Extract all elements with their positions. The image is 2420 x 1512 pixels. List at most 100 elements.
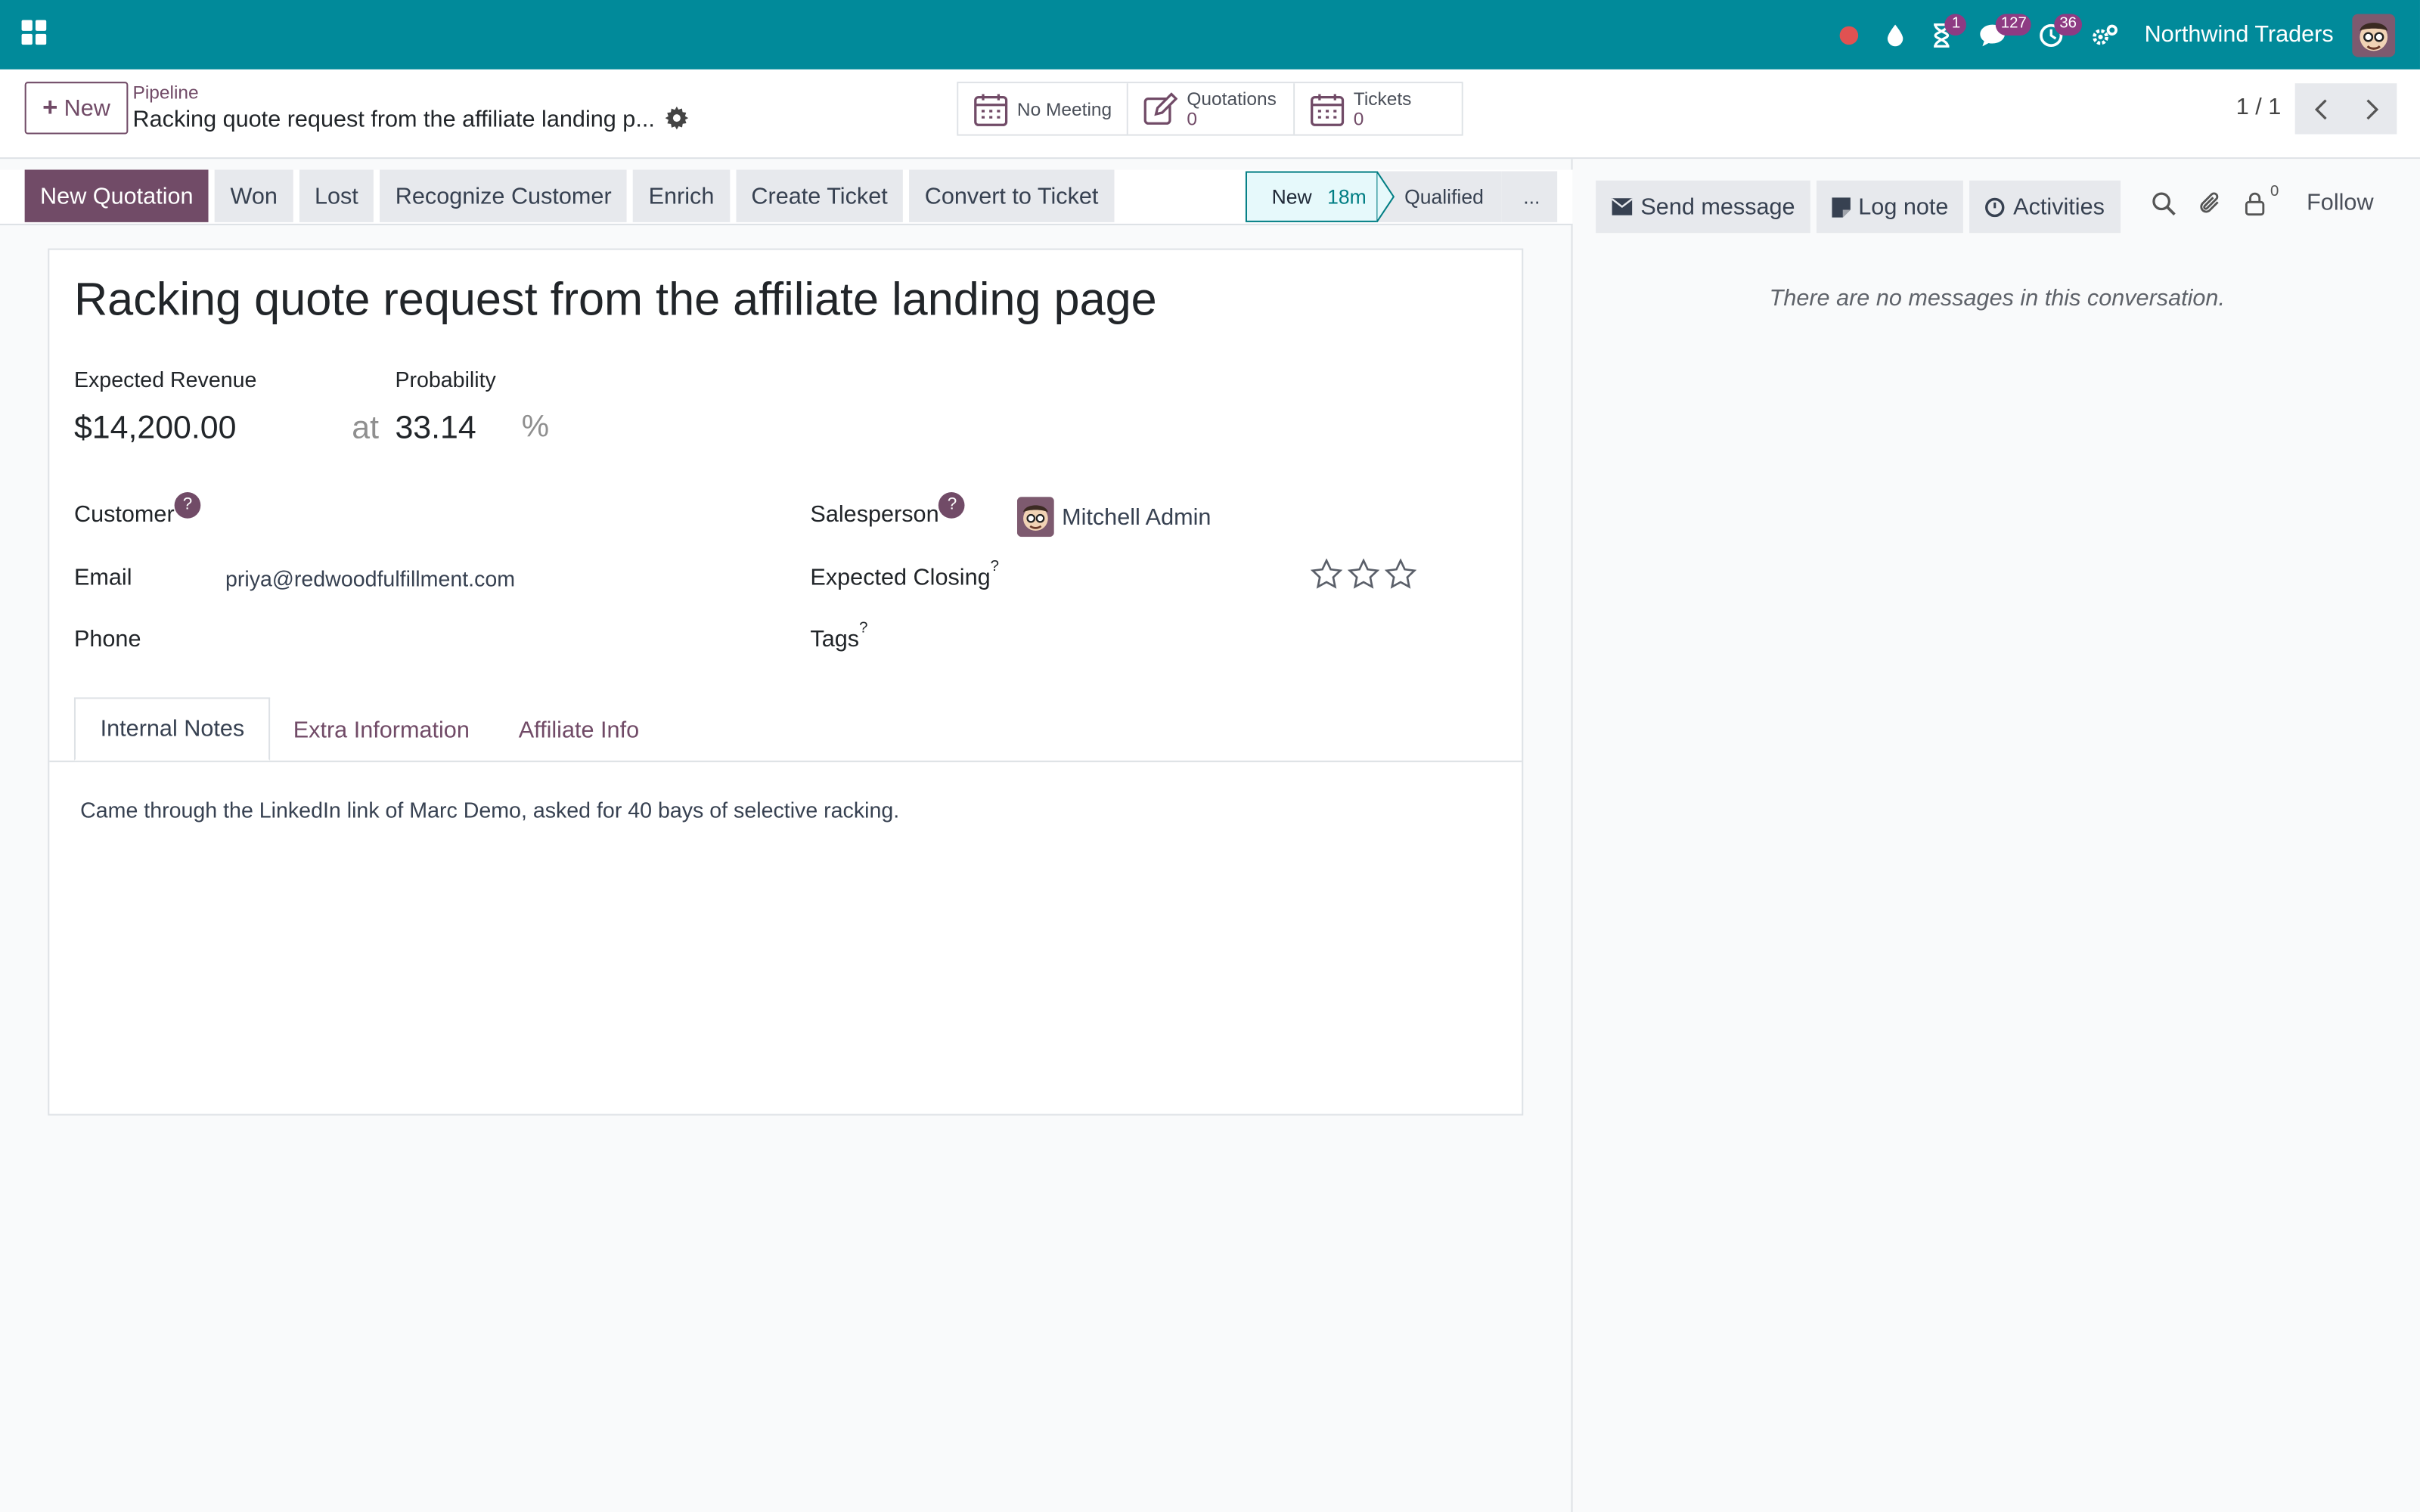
meeting-smart-button[interactable]: No Meeting <box>958 83 1128 135</box>
user-avatar[interactable] <box>2352 13 2396 57</box>
expected-revenue-label: Expected Revenue <box>73 367 257 392</box>
tickets-label: Tickets <box>1353 87 1412 109</box>
tickets-count: 0 <box>1353 107 1364 129</box>
salesperson-avatar <box>1016 497 1054 538</box>
chevron-left-icon <box>2313 98 2326 119</box>
follow-button[interactable]: Follow <box>2307 190 2373 216</box>
breadcrumb-current-record: Racking quote request from the affiliate… <box>132 106 655 133</box>
customer-label: Customer? <box>73 492 201 528</box>
recording-dot-icon[interactable] <box>1826 0 1872 70</box>
create-ticket-button[interactable]: Create Ticket <box>735 169 904 222</box>
tags-help-icon[interactable]: ? <box>859 620 867 637</box>
stage-qualified[interactable]: Qualified <box>1376 171 1503 222</box>
stage-duration: 18m <box>1327 184 1367 209</box>
convert-to-ticket-button[interactable]: Convert to Ticket <box>909 169 1114 222</box>
salesperson-help-icon[interactable]: ? <box>939 492 966 519</box>
stage-new[interactable]: New 18m <box>1245 171 1379 222</box>
expected-closing-field[interactable] <box>1017 559 1295 599</box>
paperclip-icon[interactable] <box>2198 190 2223 216</box>
salesperson-label-text: Salesperson <box>810 501 939 528</box>
log-note-label: Log note <box>1858 194 1949 220</box>
tags-field[interactable] <box>1017 620 1480 660</box>
calendar-ticket-icon <box>1311 93 1345 125</box>
pager-previous-button[interactable] <box>2294 83 2347 135</box>
tags-label: Tags? <box>810 620 867 653</box>
tab-internal-notes[interactable]: Internal Notes <box>73 697 271 761</box>
stage-separator-arrow <box>1376 171 1395 222</box>
tab-extra-information[interactable]: Extra Information <box>268 697 494 762</box>
clock-icon[interactable]: 36 <box>2021 0 2083 70</box>
followers-count: 0 <box>2270 182 2279 200</box>
customer-help-icon[interactable]: ? <box>174 492 201 519</box>
new-record-button[interactable]: + New <box>24 82 129 135</box>
clock-outline-icon <box>1985 197 2006 217</box>
priority-star-icon-3[interactable] <box>1384 558 1417 590</box>
pipeline-stages: New 18m Qualified ... <box>1245 171 1558 222</box>
apps-menu-icon[interactable] <box>21 20 50 48</box>
breadcrumb-pipeline[interactable]: Pipeline <box>133 82 199 104</box>
probability-label: Probability <box>395 367 496 392</box>
chatter-tools: 0 Follow <box>2152 183 2374 216</box>
statusbar-actions: New Quotation Won Lost Recognize Custome… <box>24 169 1114 222</box>
customer-field[interactable] <box>222 497 716 537</box>
quotations-smart-button[interactable]: Quotations 0 <box>1128 83 1295 135</box>
tab-affiliate-info[interactable]: Affiliate Info <box>494 697 664 762</box>
at-text: at <box>352 410 380 446</box>
pager-next-button[interactable] <box>2346 83 2397 135</box>
pager-value[interactable]: 1 / 1 <box>2236 94 2282 120</box>
lock-user-icon <box>2245 191 2265 215</box>
phone-field[interactable] <box>222 620 716 660</box>
settings-gears-icon[interactable] <box>2083 0 2129 70</box>
record-actions-gear-icon[interactable] <box>665 106 689 138</box>
envelope-icon <box>1611 198 1633 215</box>
salesperson-label: Salesperson? <box>810 492 966 528</box>
smart-buttons: No Meeting Quotations 0 Tickets 0 <box>957 82 1463 136</box>
email-field[interactable]: priya@redwoodfulfillment.com <box>225 566 515 591</box>
mark-won-button[interactable]: Won <box>215 169 293 222</box>
note-icon <box>1832 197 1851 217</box>
tickets-smart-button[interactable]: Tickets 0 <box>1295 83 1462 135</box>
activities-hourglass-icon[interactable]: 1 <box>1919 0 1967 70</box>
internal-notes-text[interactable]: Came through the LinkedIn link of Marc D… <box>80 798 899 823</box>
opportunity-title[interactable]: Racking quote request from the affiliate… <box>74 274 1157 327</box>
priority-star-icon-2[interactable] <box>1347 558 1380 590</box>
expected-revenue-field[interactable]: $14,200.00 <box>74 411 237 448</box>
salesperson-field[interactable]: Mitchell Admin <box>1062 504 1211 531</box>
empty-conversation-text: There are no messages in this conversati… <box>1769 285 2225 312</box>
expected-closing-help-icon[interactable]: ? <box>991 559 999 575</box>
notebook-tabs: Internal Notes Extra Information Affilia… <box>49 697 1522 763</box>
stage-more-button[interactable]: ... <box>1501 171 1558 222</box>
expected-closing-label: Expected Closing? <box>810 559 999 591</box>
customer-label-text: Customer <box>73 501 175 528</box>
search-icon[interactable] <box>2152 191 2176 215</box>
stage-more-label: ... <box>1523 184 1540 209</box>
priority-stars <box>1310 558 1417 590</box>
app-root: 1 127 36 Northwind Traders + New Pipelin… <box>0 0 2420 1512</box>
activities-button[interactable]: Activities <box>1970 180 2121 234</box>
log-note-button[interactable]: Log note <box>1817 180 1964 234</box>
new-button-label: New <box>64 94 110 122</box>
drop-icon[interactable] <box>1872 0 1919 70</box>
clock-badge: 36 <box>2055 14 2082 36</box>
send-message-button[interactable]: Send message <box>1596 180 1811 234</box>
stage-new-label: New <box>1271 184 1312 209</box>
mark-lost-button[interactable]: Lost <box>299 169 374 222</box>
chatter-panel: Send message Log note Activities 0 Follo… <box>1574 159 2420 1512</box>
edit-document-icon <box>1143 91 1178 124</box>
activities-badge: 1 <box>1945 14 1967 36</box>
stage-qualified-label: Qualified <box>1404 184 1484 209</box>
form-sheet: Racking quote request from the affiliate… <box>48 248 1524 1116</box>
priority-star-icon-1[interactable] <box>1310 558 1343 590</box>
new-quotation-button[interactable]: New Quotation <box>24 169 209 222</box>
navbar-systray: 1 127 36 Northwind Traders <box>1826 0 2420 70</box>
messages-chat-icon[interactable]: 127 <box>1965 0 2031 70</box>
probability-field[interactable]: 33.14 <box>395 411 476 448</box>
followers-button[interactable]: 0 <box>2244 183 2279 215</box>
tags-label-text: Tags <box>810 626 860 653</box>
calendar-icon <box>974 93 1008 125</box>
form-view: New Quotation Won Lost Recognize Custome… <box>0 159 1573 1512</box>
expected-closing-label-text: Expected Closing <box>810 564 991 591</box>
enrich-button[interactable]: Enrich <box>633 169 730 222</box>
company-name[interactable]: Northwind Traders <box>2145 22 2334 48</box>
recognize-customer-button[interactable]: Recognize Customer <box>380 169 628 222</box>
